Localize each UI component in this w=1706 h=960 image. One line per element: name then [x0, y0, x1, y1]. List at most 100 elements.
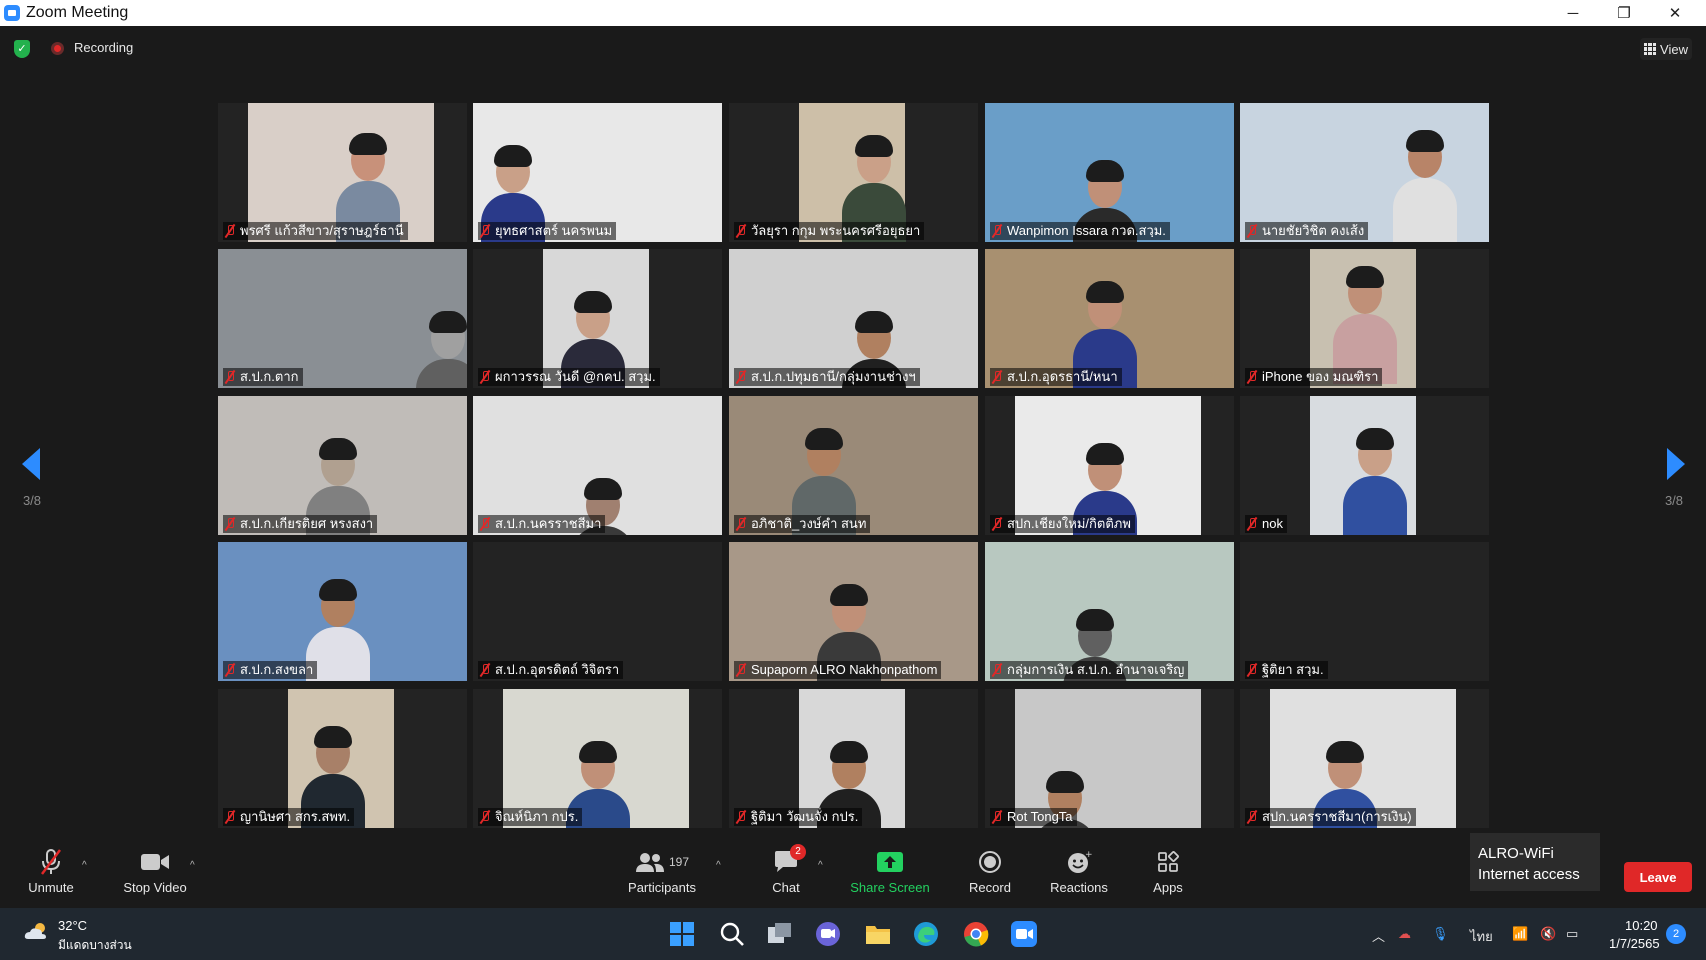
weather-temperature[interactable]: 32°C	[58, 918, 87, 933]
participant-tile[interactable]: ฐิติมา วัฒนจั่ง กปร.	[729, 689, 978, 828]
chat-button[interactable]: 2 Chat	[764, 844, 808, 895]
grid-view-icon	[1644, 43, 1656, 55]
participant-tile[interactable]: ส.ป.ก.อุตรดิตถ์ วิจิตรา	[473, 542, 722, 681]
participant-tile[interactable]: ฐิติยา สวฺม.	[1240, 542, 1489, 681]
participant-tile[interactable]: สปก.เชียงใหม่/กิตติภพ	[985, 396, 1234, 535]
windows-start-icon[interactable]	[668, 920, 696, 948]
participant-tile[interactable]: Rot TongTa	[985, 689, 1234, 828]
participant-tile[interactable]: ส.ป.ก.ตาก	[218, 249, 467, 388]
mic-muted-icon	[992, 663, 1002, 677]
participant-tile[interactable]: กลุ่มการเงิน ส.ป.ก. อำนาจเจริญ	[985, 542, 1234, 681]
participant-hair	[574, 291, 612, 313]
file-explorer-icon[interactable]	[864, 920, 892, 948]
apps-button[interactable]: Apps	[1148, 846, 1188, 895]
record-button[interactable]: Record	[964, 846, 1016, 895]
show-hidden-icons-chevron-icon[interactable]: ︿	[1372, 926, 1385, 945]
participant-name: อภิชาติ_วงษ์คำ สนท	[751, 516, 867, 531]
participant-tile[interactable]: ญานิษศา สกร.สพท.	[218, 689, 467, 828]
reactions-button[interactable]: + Reactions	[1046, 846, 1112, 895]
mic-muted-icon	[736, 370, 746, 384]
participant-name-label: สปก.นครราชสีมา(การเงิน)	[1245, 808, 1416, 826]
participant-body	[416, 359, 467, 388]
participant-name: ส.ป.ก.นครราชสีมา	[495, 516, 602, 531]
mic-muted-icon	[736, 224, 746, 238]
mic-muted-icon	[480, 370, 490, 384]
battery-icon[interactable]: ▭	[1566, 926, 1578, 942]
participant-tile[interactable]: ยุทธศาสตร์ นครพนม	[473, 103, 722, 242]
search-icon[interactable]	[718, 920, 746, 948]
participant-tile[interactable]: ส.ป.ก.ปทุมธานี/กลุ่มงานช่างฯ	[729, 249, 978, 388]
task-view-icon[interactable]	[766, 920, 794, 948]
view-button[interactable]: View	[1640, 38, 1692, 60]
unmute-button[interactable]: Unmute	[22, 846, 80, 895]
participant-hair	[579, 741, 617, 763]
participant-name: สปก.เชียงใหม่/กิตติภพ	[1007, 516, 1131, 531]
participant-name-label: อภิชาติ_วงษ์คำ สนท	[734, 515, 871, 533]
zoom-app-icon	[4, 5, 20, 21]
participant-hair	[1406, 130, 1444, 152]
notification-count-badge[interactable]: 2	[1666, 924, 1686, 944]
edge-browser-icon[interactable]	[912, 920, 940, 948]
participant-tile[interactable]: อภิชาติ_วงษ์คำ สนท	[729, 396, 978, 535]
clock-time[interactable]: 10:20	[1625, 918, 1658, 933]
participant-tile[interactable]: ส.ป.ก.อุดรธานี/หนา	[985, 249, 1234, 388]
audio-options-caret-icon[interactable]: ^	[82, 860, 87, 871]
close-button[interactable]: ✕	[1652, 0, 1698, 26]
video-options-caret-icon[interactable]: ^	[190, 860, 195, 871]
onedrive-error-icon[interactable]: ☁	[1398, 926, 1411, 942]
participant-name: ส.ป.ก.สงขลา	[240, 662, 314, 677]
participant-tile[interactable]: จิณห์นิภา กปร.	[473, 689, 722, 828]
language-indicator[interactable]: ไทย	[1470, 926, 1493, 947]
participant-tile[interactable]: ผกาวรรณ วันดี @กคป. สวฺม.	[473, 249, 722, 388]
weather-partly-cloudy-icon[interactable]	[24, 922, 50, 940]
mic-muted-icon	[225, 224, 235, 238]
chrome-browser-icon[interactable]	[962, 920, 990, 948]
participant-tile[interactable]: ส.ป.ก.เกียรติยศ หรงสงา	[218, 396, 467, 535]
leave-button[interactable]: Leave	[1624, 862, 1692, 892]
participant-tile[interactable]: พรศรี แก้วสีขาว/สุราษฎร์ธานี	[218, 103, 467, 242]
participant-name: นายชัยวิชิต คงเส้ง	[1262, 223, 1365, 238]
participant-tile[interactable]: ส.ป.ก.สงขลา	[218, 542, 467, 681]
participant-name-label: Rot TongTa	[990, 808, 1077, 826]
participant-tile[interactable]: ส.ป.ก.นครราชสีมา	[473, 396, 722, 535]
speaker-muted-icon[interactable]: 🔇	[1540, 926, 1556, 942]
participant-hair	[319, 579, 357, 601]
participant-name-label: สปก.เชียงใหม่/กิตติภพ	[990, 515, 1135, 533]
zoom-taskbar-icon[interactable]	[1010, 920, 1038, 948]
chat-caret-icon[interactable]: ^	[818, 860, 823, 871]
wifi-tray-icon[interactable]: 📶	[1512, 926, 1528, 942]
participant-hair	[314, 726, 352, 748]
participant-name: พรศรี แก้วสีขาว/สุราษฎร์ธานี	[240, 223, 404, 238]
participant-hair	[1086, 443, 1124, 465]
clock-date[interactable]: 1/7/2565	[1609, 936, 1660, 951]
window-title: Zoom Meeting	[26, 4, 129, 21]
mic-muted-icon	[225, 663, 235, 677]
security-shield-icon[interactable]: ✓	[14, 40, 30, 58]
participant-tile[interactable]: Supaporn ALRO Nakhonpathom	[729, 542, 978, 681]
active-speaker-tile[interactable]: Wanpimon Issara กวด.สวฺม.	[985, 103, 1234, 242]
participant-tile[interactable]: นายชัยวิชิต คงเส้ง	[1240, 103, 1489, 242]
participant-hair	[1046, 771, 1084, 793]
share-screen-button[interactable]: Share Screen	[848, 846, 932, 895]
chat-icon: 2	[764, 844, 808, 878]
microphone-tray-icon[interactable]: 🎙	[1432, 926, 1449, 942]
participant-video	[1310, 396, 1416, 535]
minimize-button[interactable]: ─	[1550, 0, 1596, 26]
restore-button[interactable]: ❐	[1601, 0, 1647, 26]
participants-caret-icon[interactable]: ^	[716, 860, 721, 871]
mic-muted-icon	[736, 810, 746, 824]
teams-chat-icon[interactable]	[814, 920, 842, 948]
recording-icon[interactable]	[51, 42, 64, 55]
participant-name-label: กลุ่มการเงิน ส.ป.ก. อำนาจเจริญ	[990, 661, 1189, 679]
previous-page-arrow-icon[interactable]	[22, 448, 40, 480]
participant-tile[interactable]: nok	[1240, 396, 1489, 535]
participant-tile[interactable]: สปก.นครราชสีมา(การเงิน)	[1240, 689, 1489, 828]
participant-tile[interactable]: วัลยุรา กกุม พระนครศรีอยุธยา	[729, 103, 978, 242]
participants-button[interactable]: 197 Participants	[624, 846, 700, 895]
next-page-arrow-icon[interactable]	[1667, 448, 1685, 480]
participant-name-label: ส.ป.ก.สงขลา	[223, 661, 318, 679]
participant-tile[interactable]: iPhone ของ มณฑิรา	[1240, 249, 1489, 388]
weather-description[interactable]: มีแดดบางส่วน	[58, 936, 132, 955]
participant-name-label: จิณห์นิภา กปร.	[478, 808, 583, 826]
stop-video-button[interactable]: Stop Video	[118, 846, 192, 895]
